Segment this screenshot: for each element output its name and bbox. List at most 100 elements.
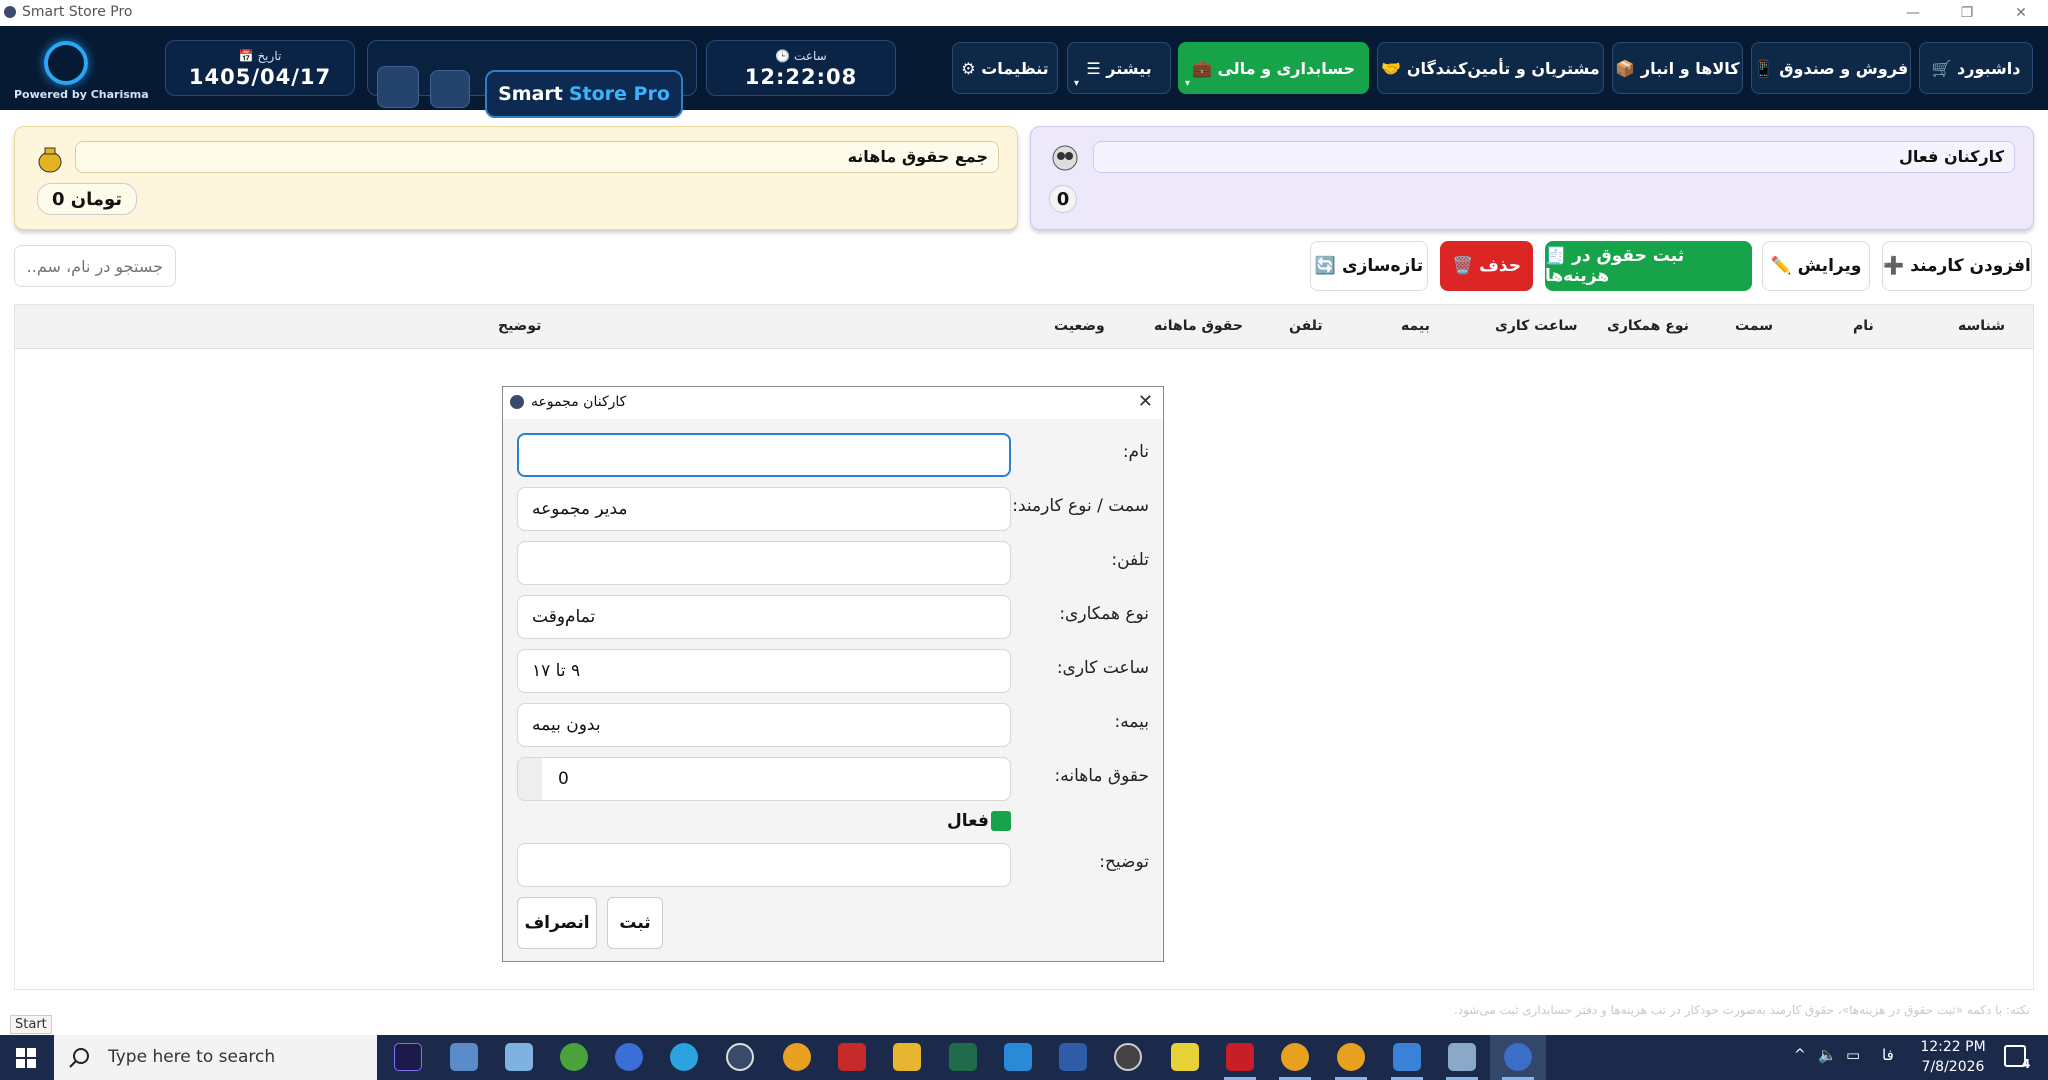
windows-start-icon[interactable] — [16, 1048, 36, 1068]
insurance-input[interactable]: بدون بیمه — [517, 703, 1011, 747]
telegram-icon[interactable] — [670, 1043, 698, 1071]
nav-sales[interactable]: 📱 فروش و صندوق — [1751, 42, 1911, 94]
notification-count: 4 — [2022, 1057, 2031, 1071]
top-navigation-bar: Powered by Charisma 📅 تاریخ 1405/04/17 S… — [0, 26, 2048, 118]
nav-accounting[interactable]: 💼 حسابداری و مالی ▾ — [1178, 42, 1369, 94]
cancel-button[interactable]: انصراف — [517, 897, 597, 949]
total-salary-value: 0 تومان — [37, 183, 137, 215]
microphone-icon[interactable] — [615, 1043, 643, 1071]
employee-dialog: کارکنان مجموعه ✕ نام: سمت / نوع کارمند: … — [502, 386, 1164, 962]
col-employment-type[interactable]: نوع همکاری — [1607, 318, 1689, 334]
smart-logo-icon — [377, 66, 419, 108]
salary-label: حقوق ماهانه: — [1054, 766, 1150, 786]
dialog-close-icon[interactable]: ✕ — [1138, 391, 1153, 412]
language-indicator[interactable]: فا — [1882, 1046, 1894, 1064]
active-staff-card: کارکنان فعال 0 — [1030, 126, 2034, 230]
vscode-icon[interactable] — [1004, 1043, 1032, 1071]
col-role[interactable]: سمت — [1735, 318, 1773, 334]
window-titlebar: Smart Store Pro — ❐ ✕ — [0, 0, 2048, 26]
app-icon[interactable] — [1171, 1043, 1199, 1071]
more-label: ☰ بیشتر — [1086, 58, 1152, 78]
chrome-icon[interactable] — [783, 1043, 811, 1071]
nav-customers[interactable]: 🤝 مشتریان و تأمین‌کنندگان — [1377, 42, 1604, 94]
employment-type-label: نوع همکاری: — [1059, 604, 1149, 624]
minimize-button[interactable]: — — [1890, 0, 1936, 26]
app-icon[interactable] — [949, 1043, 977, 1071]
description-input[interactable] — [517, 843, 1011, 887]
maximize-button[interactable]: ❐ — [1944, 0, 1990, 26]
taskbar-search[interactable]: Type here to search — [54, 1035, 377, 1080]
file-explorer-icon[interactable] — [893, 1043, 921, 1071]
app-icon[interactable] — [505, 1043, 533, 1071]
app-icon[interactable] — [838, 1043, 866, 1071]
brand-button[interactable]: Smart Store Pro — [485, 70, 683, 118]
col-name[interactable]: نام — [1853, 318, 1874, 334]
chevron-down-icon: ▾ — [1185, 78, 1191, 89]
col-monthly-salary[interactable]: حقوق ماهانه — [1154, 318, 1243, 334]
refresh-button[interactable]: 🔄 تازه‌سازی — [1310, 241, 1428, 291]
network-icon[interactable]: ▭ — [1846, 1046, 1860, 1064]
role-input[interactable]: مدیر مجموعه — [517, 487, 1011, 531]
search-input[interactable] — [14, 245, 176, 287]
employment-type-input[interactable]: تمام‌وقت — [517, 595, 1011, 639]
nav-more[interactable]: ☰ بیشتر ▾ — [1067, 42, 1171, 94]
col-phone[interactable]: تلفن — [1289, 318, 1323, 334]
col-insurance[interactable]: بیمه — [1401, 318, 1430, 334]
gear-logo-icon[interactable] — [430, 70, 470, 108]
accounting-label: 💼 حسابداری و مالی — [1191, 58, 1356, 78]
active-staff-value: 0 — [1049, 185, 1077, 213]
col-id[interactable]: شناسه — [1958, 318, 2005, 334]
python-icon[interactable] — [1504, 1043, 1532, 1071]
work-hours-input[interactable]: ۹ تا ۱۷ — [517, 649, 1011, 693]
nav-settings[interactable]: ⚙ تنظیمات — [952, 42, 1058, 94]
search-icon — [69, 1048, 89, 1068]
taskbar-time[interactable]: 12:22 PM — [1920, 1039, 1986, 1055]
close-window-button[interactable]: ✕ — [1998, 0, 2044, 26]
phone-label: تلفن: — [1111, 550, 1149, 570]
start-label: Start — [10, 1015, 52, 1034]
utorrent-icon[interactable] — [560, 1043, 588, 1071]
people-icon — [1052, 145, 1078, 171]
edit-button[interactable]: ✏️ ویرایش — [1762, 241, 1870, 291]
date-label: 📅 تاریخ — [238, 49, 282, 63]
app-icon[interactable] — [1448, 1043, 1476, 1071]
volume-icon[interactable]: 🔈 — [1818, 1046, 1837, 1064]
windows-taskbar: Type here to search ^ 🔈 ▭ فا 12:22 PM 7/… — [0, 1035, 2048, 1080]
col-work-hours[interactable]: ساعت کاری — [1495, 318, 1578, 334]
active-staff-label: کارکنان فعال — [1093, 141, 2015, 173]
col-description[interactable]: توضیح — [498, 318, 541, 334]
add-employee-button[interactable]: ➕ افزودن کارمند — [1882, 241, 2032, 291]
openai-icon[interactable] — [1114, 1043, 1142, 1071]
after-effects-icon[interactable] — [394, 1043, 422, 1071]
nav-dashboard[interactable]: 🛒 داشبورد — [1919, 42, 2033, 94]
chevron-down-icon: ▾ — [1074, 78, 1080, 89]
active-checkbox[interactable] — [991, 811, 1011, 831]
wordpress-icon[interactable] — [726, 1043, 754, 1071]
name-label: نام: — [1122, 442, 1149, 462]
table-header[interactable] — [15, 305, 2033, 349]
time-value: 12:22:08 — [744, 65, 858, 89]
chevron-up-icon[interactable]: ^ — [1794, 1047, 1806, 1063]
salary-stepper[interactable] — [518, 758, 542, 800]
description-label: توضیح: — [1099, 852, 1149, 872]
work-hours-label: ساعت کاری: — [1056, 658, 1149, 678]
clock-display: 🕒 ساعت 12:22:08 — [706, 40, 896, 96]
salary-spinbox[interactable]: 0 — [517, 757, 1011, 801]
chrome-icon[interactable] — [1281, 1043, 1309, 1071]
dialog-titlebar: کارکنان مجموعه ✕ — [503, 387, 1163, 419]
phone-input[interactable] — [517, 541, 1011, 585]
register-salary-button[interactable]: 🧾 ثبت حقوق در هزینه‌ها — [1545, 241, 1752, 291]
name-input[interactable] — [517, 433, 1011, 477]
chrome-icon[interactable] — [1337, 1043, 1365, 1071]
insurance-label: بیمه: — [1114, 712, 1149, 732]
chart-app-icon[interactable] — [1059, 1043, 1087, 1071]
col-status[interactable]: وضعیت — [1054, 318, 1105, 334]
vivaldi-icon[interactable] — [1226, 1043, 1254, 1071]
delete-button[interactable]: 🗑️ حذف — [1440, 241, 1533, 291]
app-icon[interactable] — [1393, 1043, 1421, 1071]
app-icon[interactable] — [450, 1043, 478, 1071]
submit-button[interactable]: ثبت — [607, 897, 663, 949]
taskbar-date[interactable]: 7/8/2026 — [1920, 1059, 1986, 1075]
nav-goods[interactable]: 📦 کالاها و انبار — [1612, 42, 1743, 94]
app-icon — [4, 6, 16, 18]
